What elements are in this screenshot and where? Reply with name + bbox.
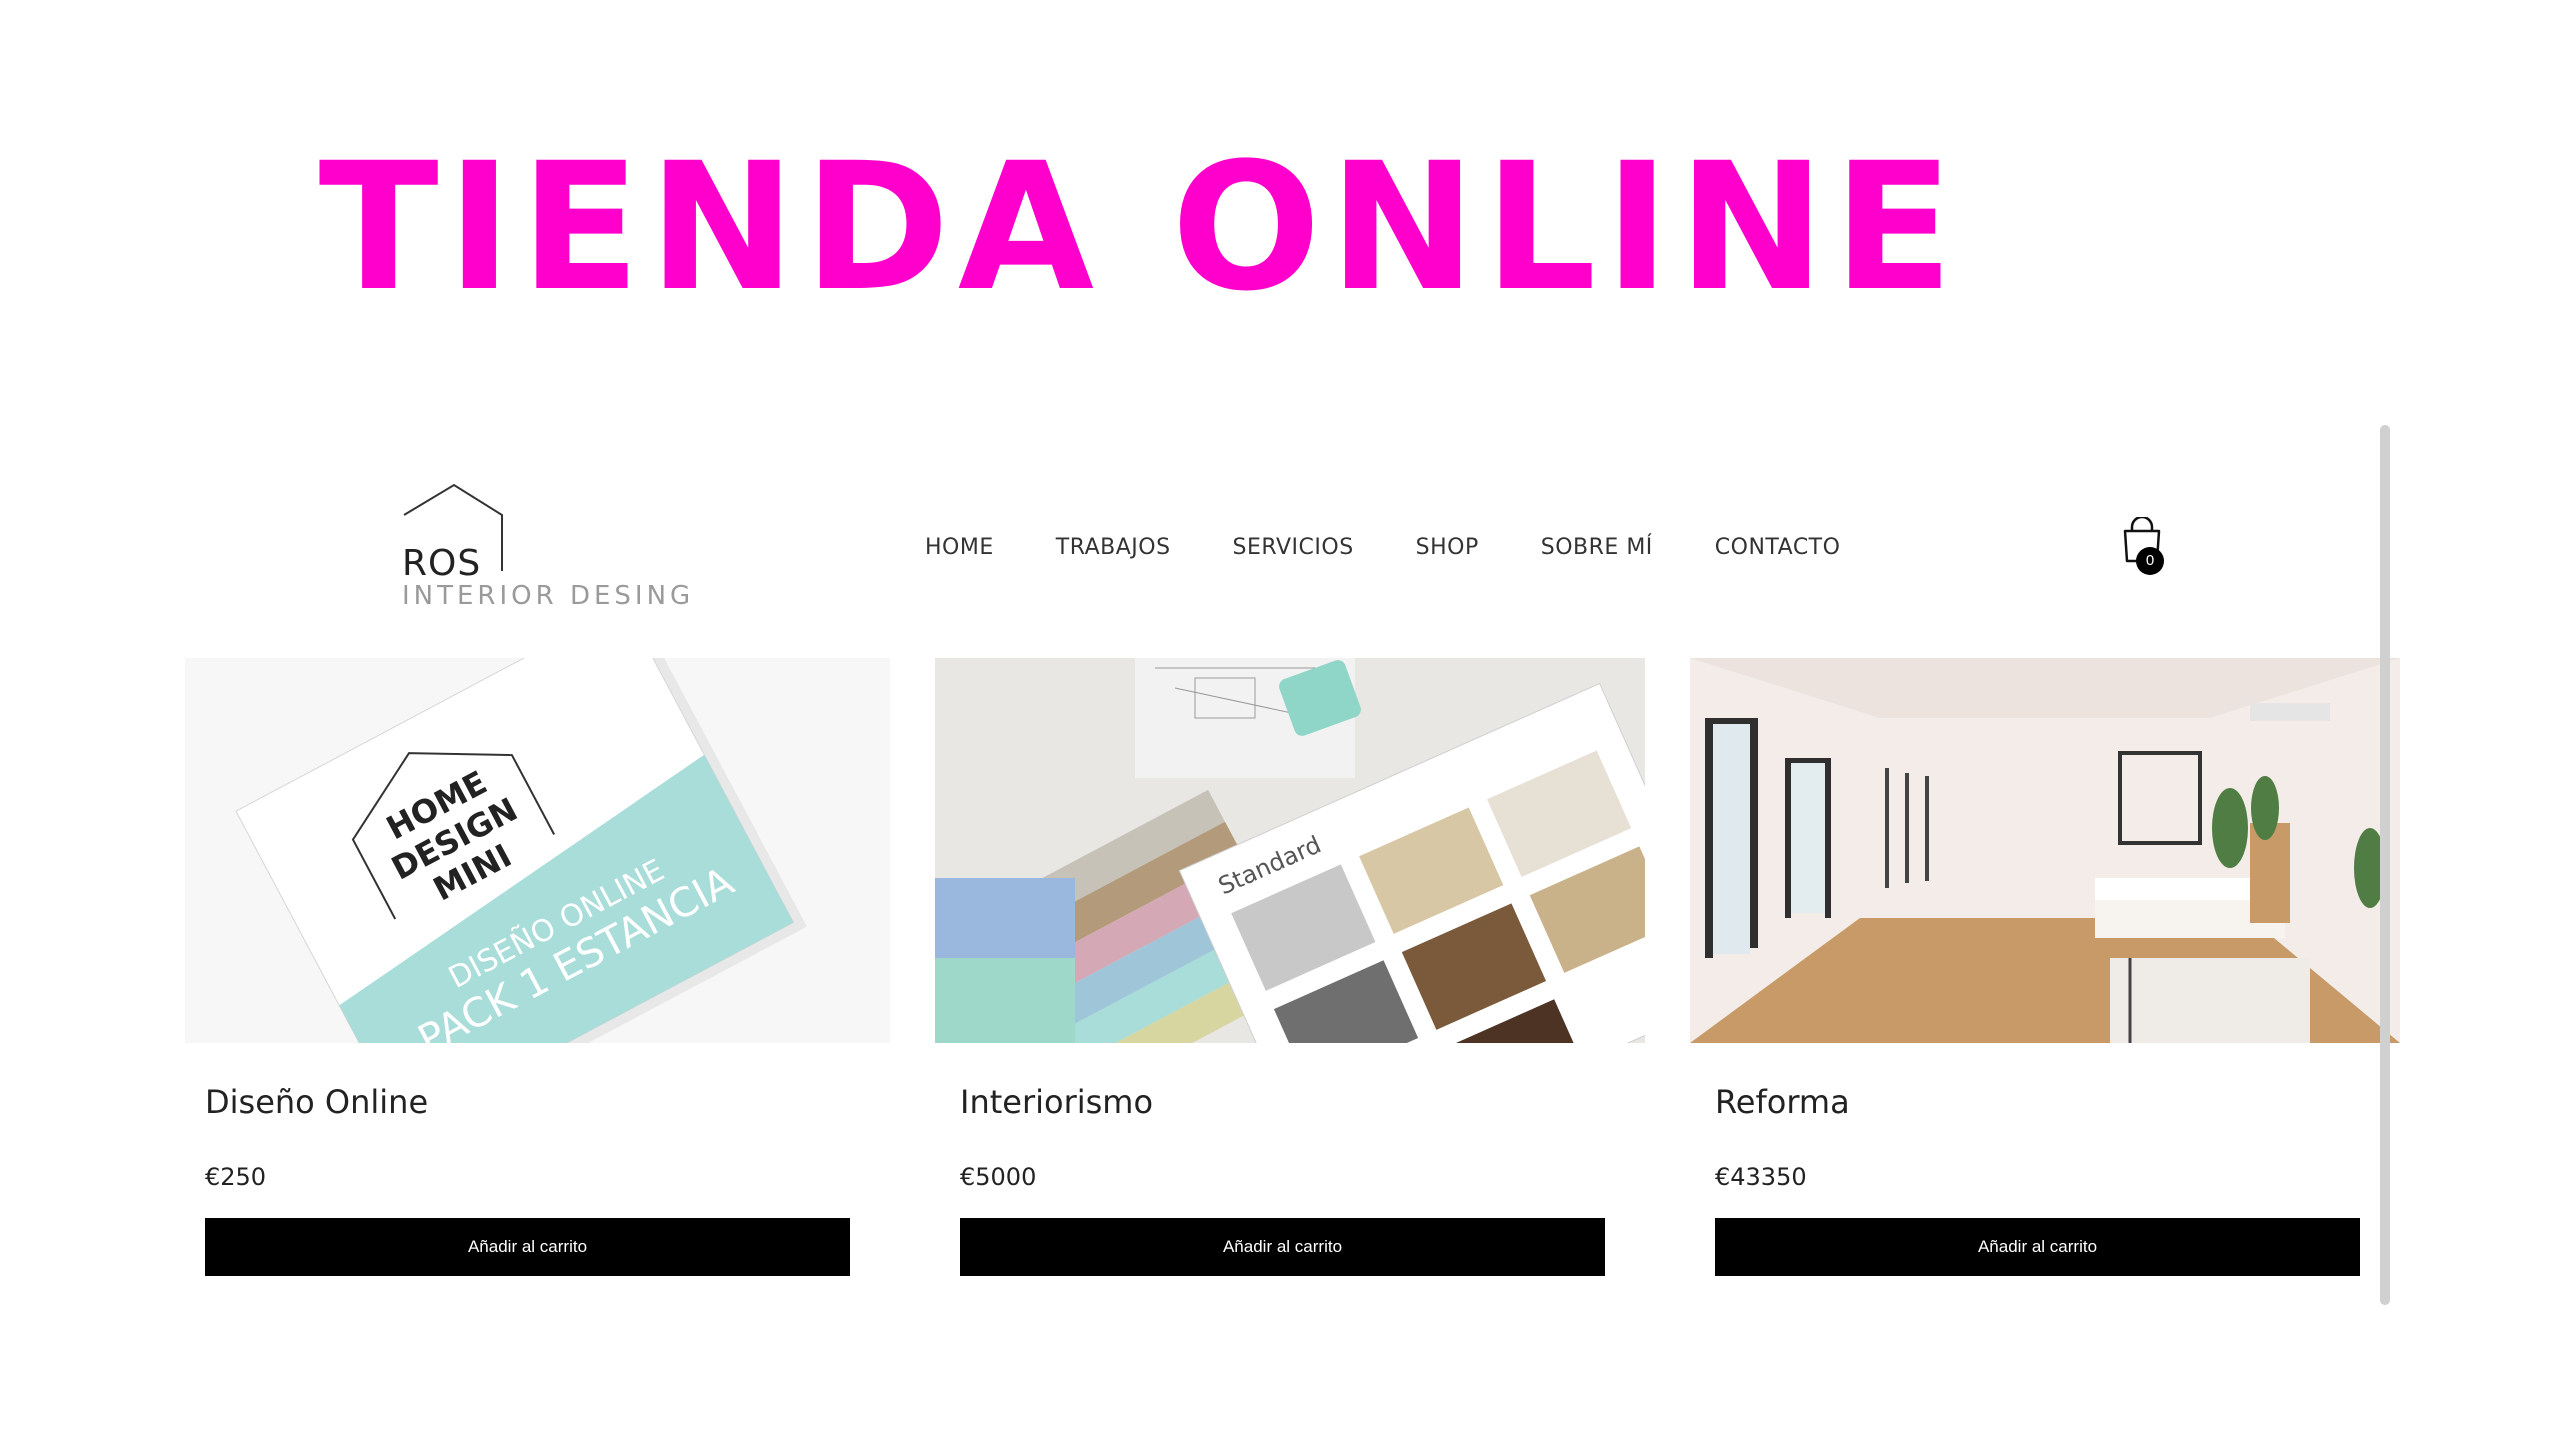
scrollbar-thumb[interactable] [2380, 425, 2390, 1305]
product-image[interactable]: HOME DESIGN MINI DISEÑO ONLINE PACK 1 ES… [185, 658, 890, 1043]
product-title[interactable]: Diseño Online [205, 1083, 428, 1121]
cart-count-badge: 0 [2136, 547, 2164, 575]
page-banner-title: TIENDA ONLINE [318, 125, 1962, 330]
add-to-cart-button[interactable]: Añadir al carrito [960, 1218, 1605, 1276]
logo-name: ROS [402, 543, 482, 584]
site-logo[interactable]: ROS INTERIOR DESING [402, 483, 690, 623]
product-image[interactable] [1690, 658, 2400, 1043]
product-title[interactable]: Interiorismo [960, 1083, 1153, 1121]
product-title[interactable]: Reforma [1715, 1083, 1850, 1121]
nav-servicios[interactable]: SERVICIOS [1233, 535, 1354, 560]
cart-button[interactable]: 0 [2120, 515, 2170, 577]
product-price: €5000 [960, 1163, 1037, 1191]
nav-sobre-mi[interactable]: SOBRE MÍ [1541, 535, 1653, 560]
product-price: €43350 [1715, 1163, 1807, 1191]
add-to-cart-button[interactable]: Añadir al carrito [205, 1218, 850, 1276]
logo-subtitle: INTERIOR DESING [402, 581, 695, 611]
nav-contacto[interactable]: CONTACTO [1715, 535, 1841, 560]
website-frame: ROS INTERIOR DESING HOME TRABAJOS SERVIC… [185, 425, 2400, 1310]
nav-shop[interactable]: SHOP [1416, 535, 1479, 560]
product-price: €250 [205, 1163, 267, 1191]
nav-home[interactable]: HOME [925, 535, 994, 560]
scrollbar[interactable] [2380, 425, 2390, 1305]
add-to-cart-button[interactable]: Añadir al carrito [1715, 1218, 2360, 1276]
main-nav: HOME TRABAJOS SERVICIOS SHOP SOBRE MÍ CO… [925, 535, 1902, 560]
nav-trabajos[interactable]: TRABAJOS [1056, 535, 1171, 560]
product-image[interactable]: Standard [935, 658, 1645, 1043]
